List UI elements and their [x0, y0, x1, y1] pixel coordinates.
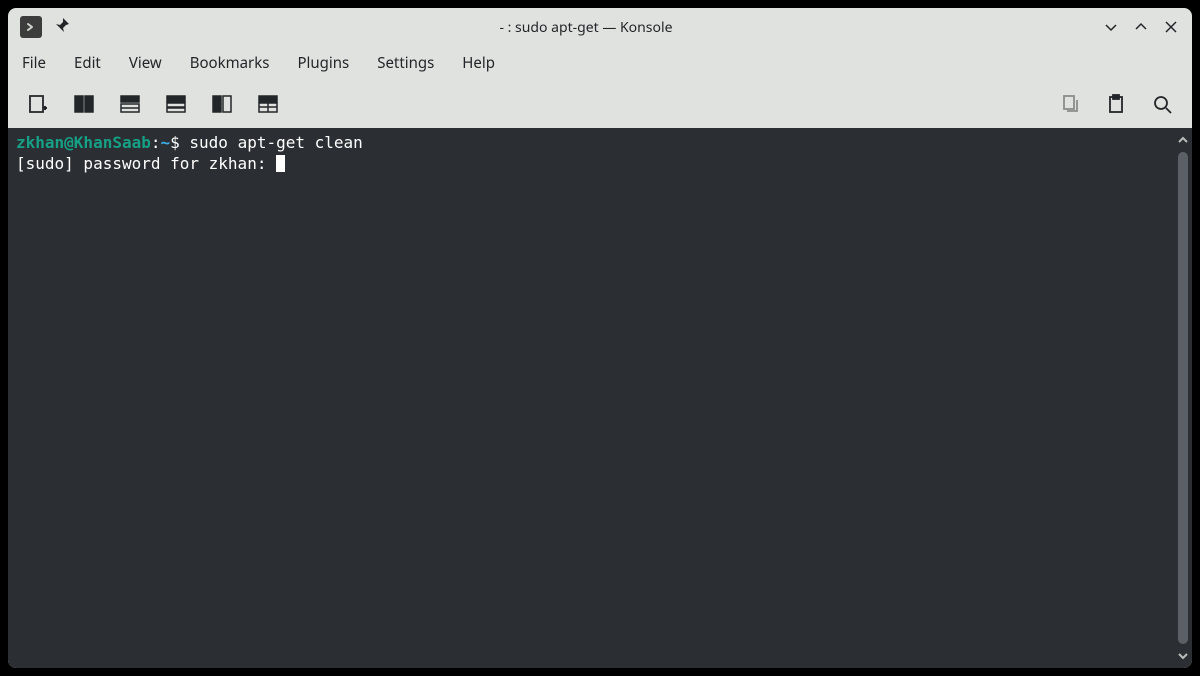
minimize-button[interactable]	[1102, 18, 1120, 36]
konsole-window: - : sudo apt-get — Konsole File Edit Vie…	[8, 8, 1192, 668]
scroll-thumb[interactable]	[1178, 152, 1188, 644]
terminal[interactable]: zkhan@KhanSaab:~$ sudo apt-get clean [su…	[8, 128, 1174, 668]
menu-help[interactable]: Help	[462, 53, 495, 73]
scroll-down-icon[interactable]	[1177, 648, 1189, 664]
maximize-button[interactable]	[1132, 18, 1150, 36]
layout-rows-b-button[interactable]	[164, 92, 188, 116]
layout-cols-a-button[interactable]	[210, 92, 234, 116]
close-button[interactable]	[1162, 18, 1180, 36]
paste-button[interactable]	[1104, 92, 1128, 116]
app-menu-icon[interactable]	[20, 16, 42, 38]
menu-view[interactable]: View	[129, 53, 162, 73]
scroll-track[interactable]	[1178, 152, 1188, 644]
window-title: - : sudo apt-get — Konsole	[80, 18, 1092, 37]
menu-bookmarks[interactable]: Bookmarks	[190, 53, 270, 73]
menu-settings[interactable]: Settings	[377, 53, 434, 73]
prompt-path: ~	[161, 133, 171, 152]
terminal-line-2: [sudo] password for zkhan:	[16, 154, 276, 173]
copy-button[interactable]	[1058, 92, 1082, 116]
menu-file[interactable]: File	[22, 53, 46, 73]
layout-grid-button[interactable]	[256, 92, 280, 116]
split-view-lr-button[interactable]	[72, 92, 96, 116]
terminal-scrollbar[interactable]	[1174, 128, 1192, 668]
prompt-user: zkhan@KhanSaab	[16, 133, 151, 152]
scroll-up-icon[interactable]	[1177, 132, 1189, 148]
layout-rows-a-button[interactable]	[118, 92, 142, 116]
terminal-cursor	[276, 155, 285, 172]
find-button[interactable]	[1150, 92, 1174, 116]
terminal-area: zkhan@KhanSaab:~$ sudo apt-get clean [su…	[8, 128, 1192, 668]
terminal-command: sudo apt-get clean	[189, 133, 362, 152]
menubar: File Edit View Bookmarks Plugins Setting…	[8, 46, 1192, 80]
pin-icon[interactable]	[54, 17, 70, 38]
menu-edit[interactable]: Edit	[74, 53, 101, 73]
new-tab-button[interactable]	[26, 92, 50, 116]
prompt-dollar: $	[170, 133, 189, 152]
menu-plugins[interactable]: Plugins	[297, 53, 349, 73]
prompt-colon: :	[151, 133, 161, 152]
toolbar	[8, 80, 1192, 128]
titlebar: - : sudo apt-get — Konsole	[8, 8, 1192, 46]
